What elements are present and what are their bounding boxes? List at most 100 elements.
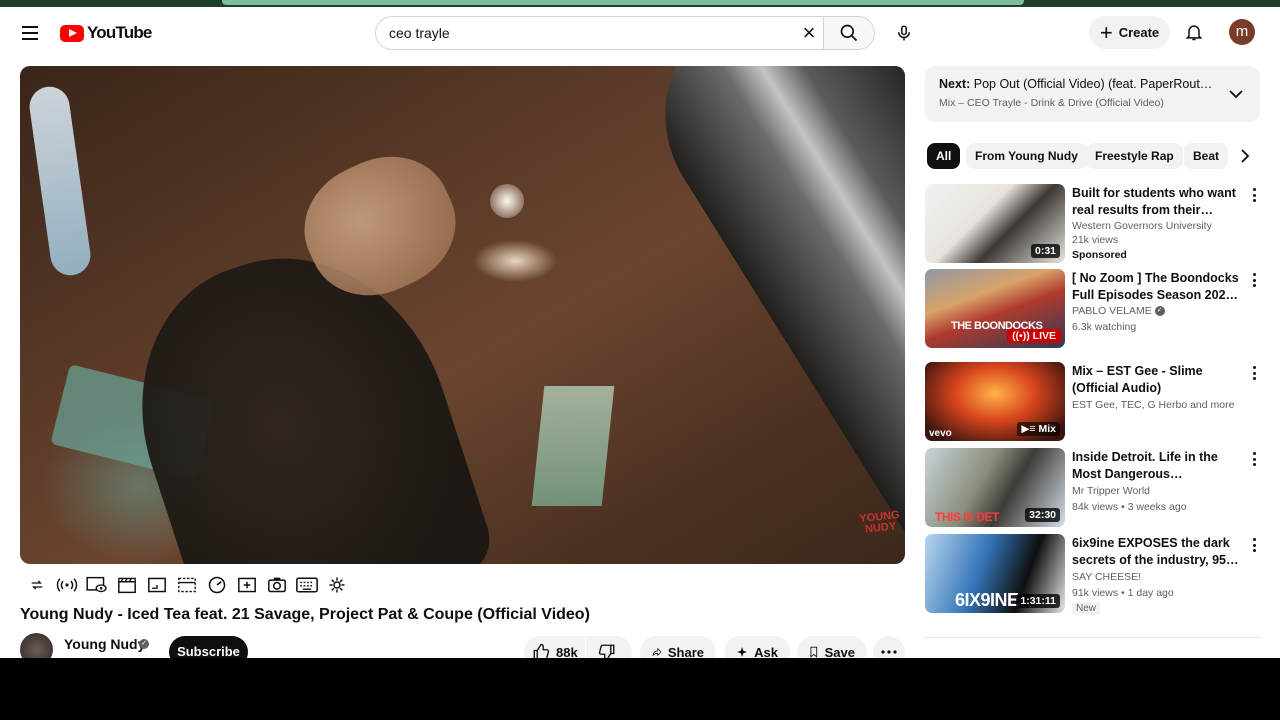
- next-subtitle: Mix – CEO Trayle - Drink & Drive (Offici…: [939, 97, 1164, 109]
- menu-icon[interactable]: [14, 17, 46, 49]
- video-frame-window: [531, 386, 615, 506]
- list-item[interactable]: THIS IS DET 32:30 Inside Detroit. Life i…: [925, 448, 1260, 528]
- autoplay-next-bar[interactable]: Next: Pop Out (Official Video) (feat. Pa…: [925, 66, 1260, 122]
- video-stats: 91k views • 1 day ago: [1072, 587, 1174, 599]
- next-title: Next: Pop Out (Official Video) (feat. Pa…: [939, 77, 1219, 91]
- video-title: Young Nudy - Iced Tea feat. 21 Savage, P…: [20, 606, 590, 623]
- dislike-button[interactable]: [586, 636, 632, 658]
- logo-text: YouTube: [87, 23, 152, 42]
- video-player[interactable]: YOUNG NUDY: [20, 66, 905, 564]
- chip-freestyle-rap[interactable]: Freestyle Rap: [1086, 143, 1183, 169]
- top-strip: [0, 0, 1280, 7]
- search-box: [375, 16, 823, 50]
- list-item[interactable]: 0:31 Built for students who want real re…: [925, 184, 1260, 264]
- thumbs-down-icon: [598, 644, 615, 658]
- video-thumbnail[interactable]: 0:31: [925, 184, 1065, 263]
- video-title[interactable]: Mix – EST Gee - Slime (Official Audio): [1072, 363, 1244, 396]
- channel-name[interactable]: Western Governors University: [1072, 220, 1212, 232]
- clear-search-icon[interactable]: ×: [797, 22, 821, 44]
- filter-chips: All From Young Nudy Freestyle Rap Beat: [925, 143, 1260, 171]
- youtube-watch-page: YouTube × + Create m YOUNG NUDY: [0, 0, 1280, 658]
- loop-icon[interactable]: [26, 574, 48, 596]
- chevron-down-icon[interactable]: [1227, 85, 1245, 103]
- video-title[interactable]: [ No Zoom ] The Boondocks Full Episodes …: [1072, 270, 1244, 303]
- broadcast-icon[interactable]: [56, 574, 78, 596]
- share-icon: [652, 647, 662, 657]
- chip-beat[interactable]: Beat: [1184, 143, 1229, 169]
- list-item[interactable]: vevo ▶≡ Mix Mix – EST Gee - Slime (Offic…: [925, 362, 1260, 442]
- keyboard-icon[interactable]: [296, 574, 318, 596]
- duration-badge: 32:30: [1025, 508, 1060, 522]
- save-label: Save: [824, 644, 855, 659]
- more-options-icon[interactable]: [1249, 536, 1259, 554]
- clapper-icon[interactable]: [116, 574, 138, 596]
- ask-label: Ask: [754, 644, 778, 659]
- mix-artists: EST Gee, TEC, G Herbo and more: [1072, 399, 1235, 411]
- more-options-icon[interactable]: [1249, 271, 1259, 289]
- search-input[interactable]: [389, 24, 769, 42]
- voice-search-button[interactable]: [887, 16, 921, 50]
- subscribe-button[interactable]: Subscribe: [169, 636, 248, 658]
- video-thumbnail[interactable]: THIS IS DET 32:30: [925, 448, 1065, 527]
- video-title[interactable]: 6ix9ine EXPOSES the dark secrets of the …: [1072, 535, 1244, 568]
- divider: [925, 637, 1260, 638]
- channel-avatar[interactable]: [20, 633, 53, 658]
- mini-player-icon[interactable]: [176, 574, 198, 596]
- youtube-logo[interactable]: YouTube: [60, 23, 152, 43]
- channel-watermark: YOUNG NUDY: [858, 508, 901, 536]
- live-badge: ((•)) LIVE: [1007, 329, 1061, 343]
- sparkle-icon: [737, 646, 748, 658]
- like-button[interactable]: 88k: [524, 636, 585, 658]
- ask-button[interactable]: Ask: [724, 636, 790, 658]
- eye-settings-icon[interactable]: [86, 574, 108, 596]
- create-button[interactable]: + Create: [1089, 16, 1170, 49]
- video-thumbnail[interactable]: vevo ▶≡ Mix: [925, 362, 1065, 441]
- account-avatar[interactable]: m: [1229, 19, 1255, 45]
- microphone-icon: [898, 25, 910, 41]
- video-stats: 21k views: [1072, 234, 1119, 246]
- add-icon[interactable]: [236, 574, 258, 596]
- search-button[interactable]: [823, 16, 875, 50]
- video-frame-arm: [101, 218, 499, 564]
- video-frame-lamp: [490, 184, 524, 218]
- video-title[interactable]: Inside Detroit. Life in the Most Dangero…: [1072, 449, 1244, 482]
- gear-icon[interactable]: [326, 574, 348, 596]
- chip-all[interactable]: All: [927, 143, 961, 169]
- more-options-icon[interactable]: [1249, 186, 1259, 204]
- video-title[interactable]: Built for students who want real results…: [1072, 185, 1244, 218]
- share-button[interactable]: Share: [640, 636, 716, 658]
- play-logo-icon: [60, 24, 84, 42]
- channel-name[interactable]: SAY CHEESE!: [1072, 571, 1141, 583]
- share-label: Share: [667, 644, 704, 659]
- video-thumbnail[interactable]: 6IX9INE 1:31:11: [925, 534, 1065, 613]
- thumbnail-text: THIS IS DET: [935, 510, 999, 524]
- more-options-icon[interactable]: [1249, 364, 1259, 382]
- channel-name[interactable]: PABLO VELAME ✓: [1072, 305, 1165, 317]
- channel-name[interactable]: Young Nudy: [64, 636, 145, 652]
- speed-icon[interactable]: [206, 574, 228, 596]
- channel-name[interactable]: Mr Tripper World: [1072, 485, 1150, 497]
- video-frame-bottle: [620, 66, 905, 564]
- list-item[interactable]: THE BOONDOCKS ((•)) LIVE [ No Zoom ] The…: [925, 269, 1260, 349]
- verified-badge-icon: ✓: [1154, 306, 1165, 317]
- save-button[interactable]: Save: [797, 636, 867, 658]
- player-tools-row: [26, 574, 348, 596]
- chip-from-young-nudy[interactable]: From Young Nudy: [966, 143, 1087, 169]
- like-count: 88k: [556, 644, 578, 659]
- list-item[interactable]: 6IX9INE 1:31:11 6ix9ine EXPOSES the dark…: [925, 534, 1260, 615]
- more-actions-button[interactable]: [873, 636, 905, 658]
- video-stats: 84k views • 3 weeks ago: [1072, 501, 1187, 513]
- sponsored-label: Sponsored: [1072, 249, 1127, 261]
- video-stats: 6.3k watching: [1072, 321, 1137, 333]
- frame-icon[interactable]: [146, 574, 168, 596]
- thumbnail-text: 6IX9INE: [955, 590, 1019, 610]
- create-label: Create: [1118, 25, 1160, 40]
- more-options-icon[interactable]: [1249, 450, 1259, 468]
- video-thumbnail[interactable]: THE BOONDOCKS ((•)) LIVE: [925, 269, 1065, 348]
- notifications-button[interactable]: [1180, 18, 1208, 46]
- vevo-logo: vevo: [929, 428, 952, 439]
- camera-icon[interactable]: [266, 574, 288, 596]
- bookmark-icon: [810, 646, 818, 658]
- bell-icon: [1185, 25, 1203, 41]
- chevron-right-icon[interactable]: [1230, 143, 1260, 169]
